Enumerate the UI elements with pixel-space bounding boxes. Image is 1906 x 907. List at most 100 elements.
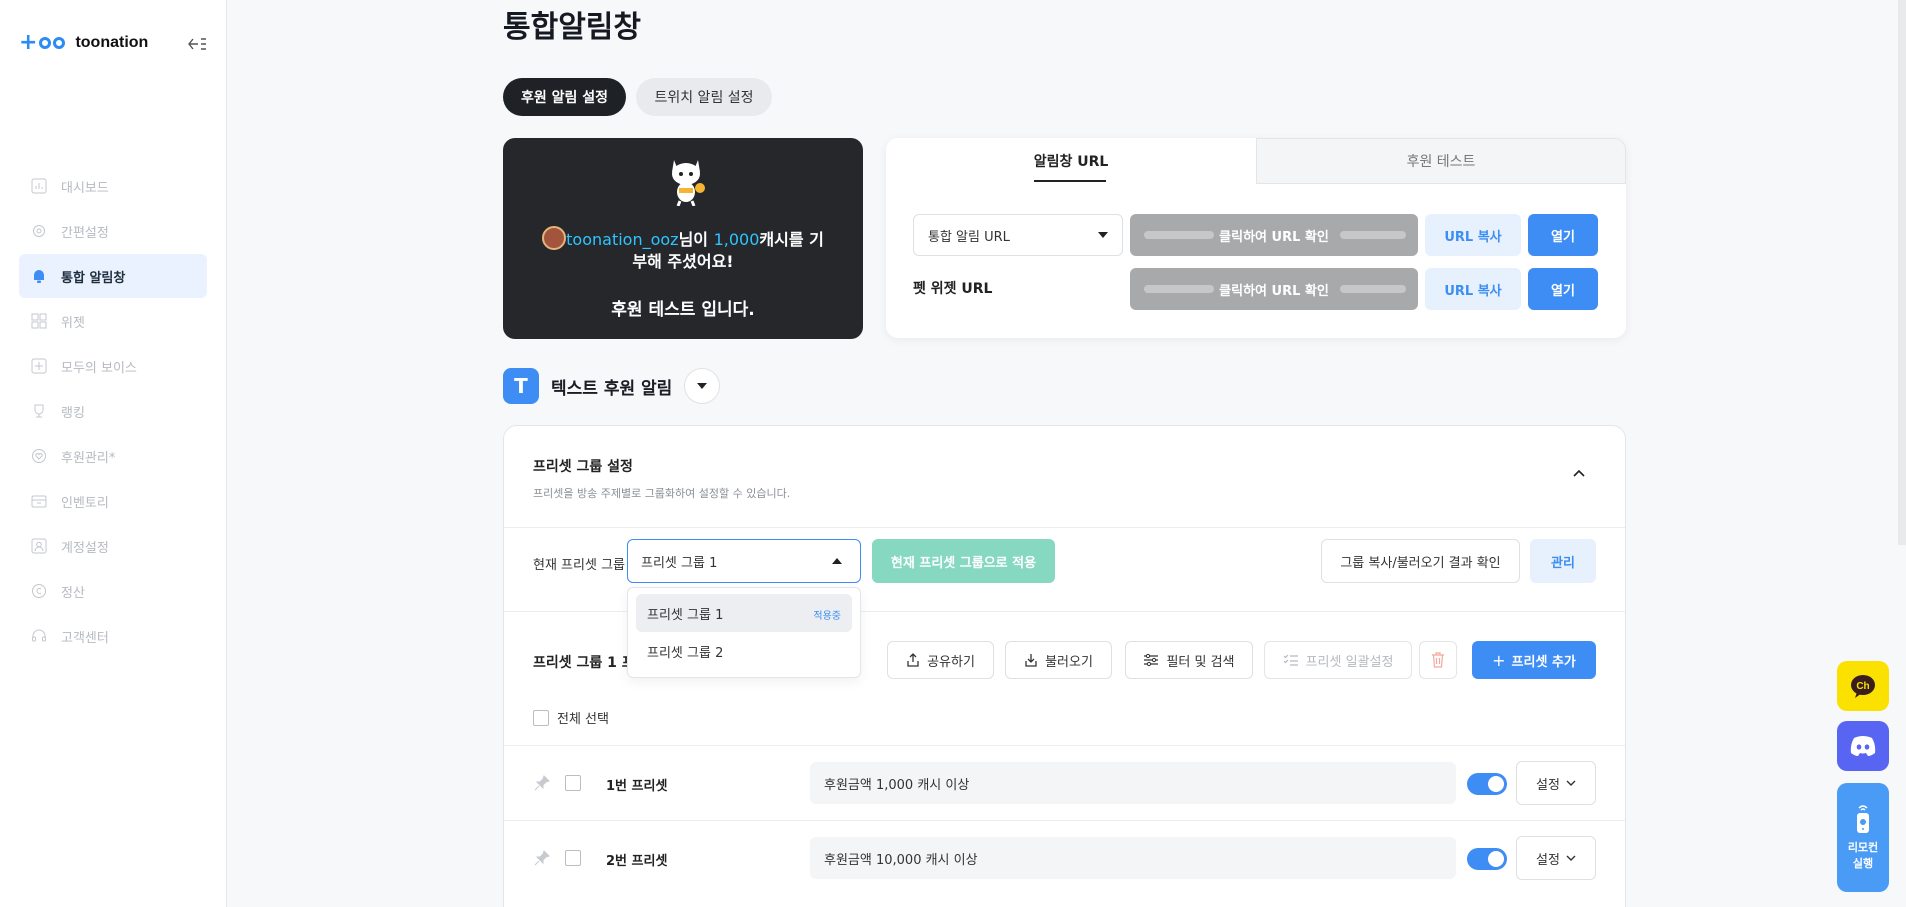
settings-label: 설정 bbox=[1536, 852, 1560, 868]
preset-panel: 프리셋 그룹 설정 프리셋을 방송 주제별로 그룹화하여 설정할 수 있습니다.… bbox=[503, 425, 1626, 907]
tab-twitch-alert-settings[interactable]: 트위치 알림 설정 bbox=[636, 78, 772, 116]
apply-preset-group-button[interactable]: 현재 프리셋 그룹으로 적용 bbox=[872, 539, 1055, 583]
sidebar-item-dashboard[interactable]: 대시보드 bbox=[19, 164, 207, 208]
preset-settings-button[interactable]: 설정 bbox=[1516, 761, 1596, 805]
plus-icon: + bbox=[1492, 650, 1506, 670]
preset-toggle[interactable] bbox=[1467, 848, 1507, 870]
sidebar-item-quick-setup[interactable]: 간편설정 bbox=[19, 209, 207, 253]
tab-donation-test[interactable]: 후원 테스트 bbox=[1256, 138, 1626, 184]
caret-up-icon bbox=[832, 558, 842, 564]
donor-avatar bbox=[542, 226, 567, 250]
share-icon bbox=[907, 653, 919, 667]
divider bbox=[504, 527, 1625, 528]
collapse-sidebar-button[interactable] bbox=[184, 32, 210, 56]
blurred-url bbox=[1144, 231, 1214, 239]
page-scrollbar[interactable] bbox=[1898, 0, 1906, 545]
account-icon bbox=[30, 537, 48, 555]
alert-preview-test-text: 후원 테스트 입니다. bbox=[611, 300, 755, 320]
dashboard-icon bbox=[30, 177, 48, 195]
svg-text:Ch: Ch bbox=[1856, 681, 1869, 692]
sidebar-item-label: 통합 알림창 bbox=[61, 270, 126, 286]
trash-icon bbox=[1432, 652, 1444, 668]
preset-group-option[interactable]: 프리셋 그룹 2 bbox=[636, 632, 852, 670]
sidebar-item-widget[interactable]: 위젯 bbox=[19, 299, 207, 343]
toonation-logo[interactable]: + toonation bbox=[19, 32, 148, 54]
preset-row: 2번 프리셋 후원금액 10,000 캐시 이상 설정 bbox=[504, 821, 1625, 895]
sidebar-item-support[interactable]: 고객센터 bbox=[19, 614, 207, 658]
alert-url-card: 알림창 URL 후원 테스트 통합 알림 URL 펫 위젯 URL 클릭하여 U… bbox=[886, 138, 1626, 338]
sidebar-item-inventory[interactable]: 인벤토리 bbox=[19, 479, 207, 523]
url-card-tabs: 알림창 URL 후원 테스트 bbox=[886, 138, 1626, 184]
bulk-settings-button[interactable]: 프리셋 일괄설정 bbox=[1264, 641, 1412, 679]
preset-group-title: 프리셋 그룹 설정 bbox=[533, 459, 633, 475]
sidebar-item-donation-manage[interactable]: 후원관리* bbox=[19, 434, 207, 478]
preset-checkbox[interactable] bbox=[565, 850, 581, 866]
list-check-icon bbox=[1283, 654, 1298, 666]
preset-group-select[interactable]: 프리셋 그룹 1 bbox=[627, 539, 861, 583]
filter-search-label: 필터 및 검색 bbox=[1166, 654, 1235, 670]
delete-button[interactable] bbox=[1419, 641, 1457, 679]
preset-toggle[interactable] bbox=[1467, 773, 1507, 795]
copy-alert-url-button[interactable]: URL 복사 bbox=[1425, 214, 1521, 256]
section-header: T 텍스트 후원 알림 bbox=[503, 368, 721, 404]
sidebar-item-label: 랭킹 bbox=[61, 405, 85, 421]
url-type-select[interactable]: 통합 알림 URL bbox=[913, 214, 1123, 256]
copy-load-result-button[interactable]: 그룹 복사/불러오기 결과 확인 bbox=[1321, 539, 1520, 583]
blurred-url bbox=[1340, 231, 1406, 239]
open-pet-url-button[interactable]: 열기 bbox=[1528, 268, 1598, 310]
sidebar: + toonation 대시보드 간편설정 통합 알림창 위젯 모두의 보이스 … bbox=[0, 0, 227, 907]
add-preset-button[interactable]: + 프리셋 추가 bbox=[1472, 641, 1596, 679]
chevron-up-icon[interactable] bbox=[1572, 466, 1586, 480]
donor-name: toonation_ooz bbox=[566, 230, 679, 249]
chevron-down-icon bbox=[1566, 780, 1576, 786]
caret-down-icon bbox=[1098, 232, 1108, 238]
sidebar-item-account[interactable]: 계정설정 bbox=[19, 524, 207, 568]
pet-url-reveal[interactable]: 클릭하여 URL 확인 bbox=[1130, 268, 1418, 310]
sidebar-item-settlement[interactable]: 정산 bbox=[19, 569, 207, 613]
preset-condition: 후원금액 1,000 캐시 이상 bbox=[810, 762, 1456, 804]
load-label: 불러오기 bbox=[1045, 654, 1093, 670]
voice-icon bbox=[30, 357, 48, 375]
filter-search-button[interactable]: 필터 및 검색 bbox=[1125, 641, 1253, 679]
preset-group-dropdown: 프리셋 그룹 1 적용중 프리셋 그룹 2 bbox=[627, 587, 861, 678]
pin-icon[interactable] bbox=[534, 775, 550, 791]
manage-button[interactable]: 관리 bbox=[1530, 539, 1596, 583]
headset-icon bbox=[30, 627, 48, 645]
mascot-cat-icon bbox=[672, 160, 705, 206]
sidebar-item-voice[interactable]: 모두의 보이스 bbox=[19, 344, 207, 388]
select-all-checkbox[interactable] bbox=[533, 709, 549, 726]
select-all-label: 전체 선택 bbox=[557, 712, 609, 727]
sidebar-item-label: 모두의 보이스 bbox=[61, 360, 137, 376]
remote-label-line1: 리모컨 bbox=[1847, 840, 1879, 854]
sidebar-item-ranking[interactable]: 랭킹 bbox=[19, 389, 207, 433]
preset-list-title: 프리셋 그룹 1 프 bbox=[533, 655, 635, 671]
select-all[interactable]: 전체 선택 bbox=[533, 708, 609, 727]
share-label: 공유하기 bbox=[927, 654, 975, 670]
sidebar-item-label: 고객센터 bbox=[61, 630, 109, 646]
load-button[interactable]: 불러오기 bbox=[1005, 641, 1112, 679]
bulk-settings-label: 프리셋 일괄설정 bbox=[1305, 654, 1394, 670]
sidebar-item-integrated-alert[interactable]: 통합 알림창 bbox=[19, 254, 207, 298]
preset-group-option[interactable]: 프리셋 그룹 1 적용중 bbox=[636, 594, 852, 632]
preset-checkbox[interactable] bbox=[565, 775, 581, 791]
collapse-arrow-icon bbox=[188, 38, 206, 50]
open-alert-url-button[interactable]: 열기 bbox=[1528, 214, 1598, 256]
discord-button[interactable] bbox=[1837, 721, 1889, 771]
tab-alert-url[interactable]: 알림창 URL bbox=[886, 138, 1256, 184]
preset-settings-button[interactable]: 설정 bbox=[1516, 836, 1596, 880]
copy-pet-url-button[interactable]: URL 복사 bbox=[1425, 268, 1521, 310]
pet-widget-url-label: 펫 위젯 URL bbox=[913, 281, 993, 297]
tab-donation-alert-settings[interactable]: 후원 알림 설정 bbox=[503, 78, 626, 116]
share-button[interactable]: 공유하기 bbox=[887, 641, 994, 679]
blurred-url bbox=[1340, 285, 1406, 293]
url-type-value: 통합 알림 URL bbox=[928, 229, 1010, 245]
preset-group-select-value: 프리셋 그룹 1 bbox=[641, 555, 718, 571]
alert-url-reveal[interactable]: 클릭하여 URL 확인 bbox=[1130, 214, 1418, 256]
remote-label-line2: 실행 bbox=[1852, 856, 1874, 870]
kakao-channel-button[interactable]: Ch bbox=[1837, 661, 1889, 711]
gear-icon bbox=[30, 222, 48, 240]
section-dropdown-button[interactable] bbox=[684, 368, 721, 404]
remote-control-button[interactable]: 리모컨실행 bbox=[1837, 783, 1889, 892]
pin-icon[interactable] bbox=[534, 850, 550, 866]
option-label: 프리셋 그룹 1 bbox=[647, 607, 724, 623]
